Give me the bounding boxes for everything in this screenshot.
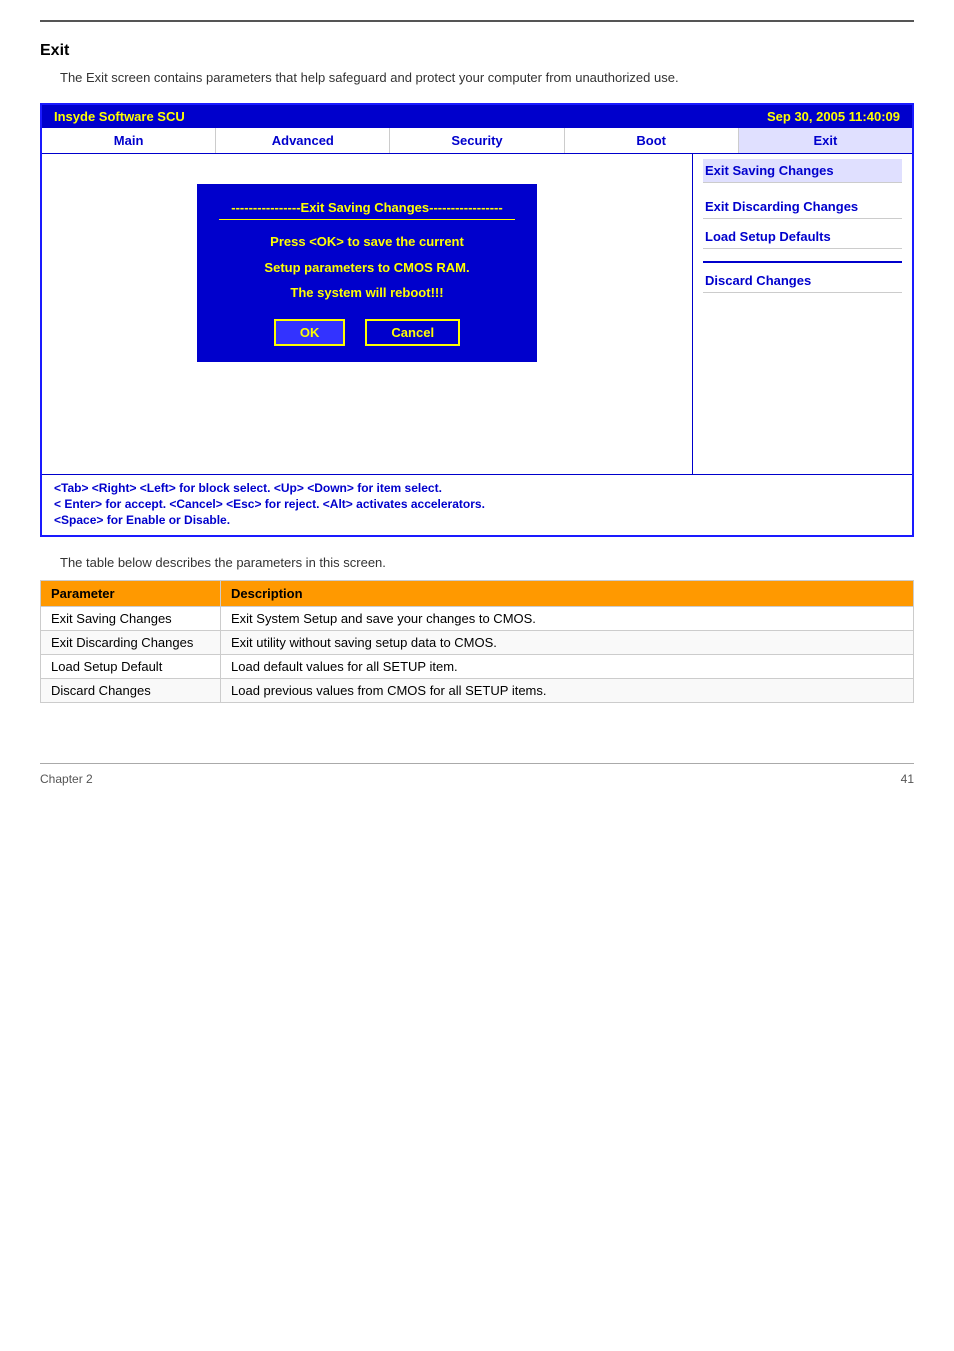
- table-cell-param: Exit Saving Changes: [41, 607, 221, 631]
- bios-footer-line-2: < Enter> for accept. <Cancel> <Esc> for …: [54, 497, 900, 511]
- dialog-title: ----------------Exit Saving Changes-----…: [219, 200, 515, 220]
- table-cell-param: Exit Discarding Changes: [41, 631, 221, 655]
- page-footer: Chapter 2 41: [40, 763, 914, 786]
- bios-nav: Main Advanced Security Boot Exit: [42, 128, 912, 154]
- footer-chapter: Chapter 2: [40, 772, 93, 786]
- bios-footer-line-3: <Space> for Enable or Disable.: [54, 513, 900, 527]
- dialog-cancel-button[interactable]: Cancel: [365, 319, 460, 346]
- bios-header-right: Sep 30, 2005 11:40:09: [767, 109, 900, 124]
- dialog-ok-button[interactable]: OK: [274, 319, 346, 346]
- table-cell-desc: Exit System Setup and save your changes …: [221, 607, 914, 631]
- bios-header: Insyde Software SCU Sep 30, 2005 11:40:0…: [42, 105, 912, 128]
- table-row: Load Setup DefaultLoad default values fo…: [41, 655, 914, 679]
- nav-advanced[interactable]: Advanced: [216, 128, 390, 153]
- dialog-box: ----------------Exit Saving Changes-----…: [197, 184, 537, 362]
- nav-main[interactable]: Main: [42, 128, 216, 153]
- table-header-desc: Description: [221, 581, 914, 607]
- table-row: Exit Discarding ChangesExit utility with…: [41, 631, 914, 655]
- section-description: The table below describes the parameters…: [60, 555, 914, 570]
- sidebar-exit-discarding-changes[interactable]: Exit Discarding Changes: [703, 195, 902, 219]
- nav-exit[interactable]: Exit: [739, 128, 912, 153]
- dialog-buttons: OK Cancel: [219, 319, 515, 346]
- table-cell-param: Discard Changes: [41, 679, 221, 703]
- table-cell-desc: Load default values for all SETUP item.: [221, 655, 914, 679]
- bios-header-left: Insyde Software SCU: [54, 109, 185, 124]
- table-cell-desc: Load previous values from CMOS for all S…: [221, 679, 914, 703]
- params-table: Parameter Description Exit Saving Change…: [40, 580, 914, 703]
- nav-security[interactable]: Security: [390, 128, 564, 153]
- bios-main-area: ----------------Exit Saving Changes-----…: [42, 154, 692, 474]
- table-row: Exit Saving ChangesExit System Setup and…: [41, 607, 914, 631]
- bios-footer-line-1: <Tab> <Right> <Left> for block select. <…: [54, 481, 900, 495]
- dialog-line-2: Setup parameters to CMOS RAM.: [219, 258, 515, 278]
- dialog-line-1: Press <OK> to save the current: [219, 232, 515, 252]
- table-row: Discard ChangesLoad previous values from…: [41, 679, 914, 703]
- table-cell-param: Load Setup Default: [41, 655, 221, 679]
- sidebar-discard-changes[interactable]: Discard Changes: [703, 269, 902, 293]
- bios-screen: Insyde Software SCU Sep 30, 2005 11:40:0…: [40, 103, 914, 537]
- nav-boot[interactable]: Boot: [565, 128, 739, 153]
- page-description: The Exit screen contains parameters that…: [60, 70, 914, 85]
- page-title: Exit: [40, 42, 914, 60]
- sidebar-load-setup-defaults[interactable]: Load Setup Defaults: [703, 225, 902, 249]
- bios-sidebar: Exit Saving Changes Exit Discarding Chan…: [692, 154, 912, 474]
- dialog-line-3: The system will reboot!!!: [219, 283, 515, 303]
- footer-page: 41: [901, 772, 914, 786]
- bios-body: ----------------Exit Saving Changes-----…: [42, 154, 912, 474]
- table-header-param: Parameter: [41, 581, 221, 607]
- sidebar-exit-saving-changes[interactable]: Exit Saving Changes: [703, 159, 902, 183]
- top-rule: [40, 20, 914, 22]
- bios-footer: <Tab> <Right> <Left> for block select. <…: [42, 474, 912, 535]
- table-cell-desc: Exit utility without saving setup data t…: [221, 631, 914, 655]
- sidebar-divider: [703, 261, 902, 263]
